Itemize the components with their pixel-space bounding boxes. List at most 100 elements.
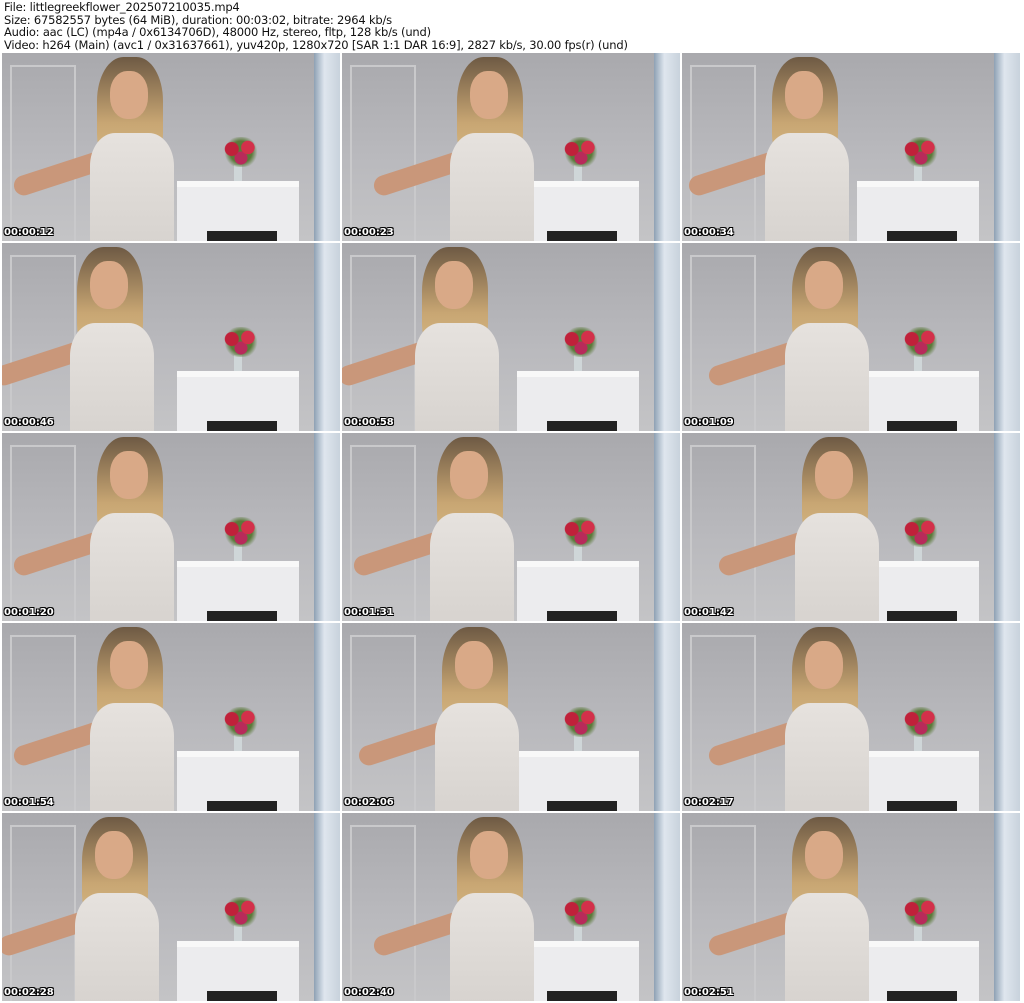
timestamp: 00:02:17 — [684, 797, 734, 808]
curtain — [314, 243, 340, 431]
door — [690, 635, 756, 811]
timestamp: 00:01:09 — [684, 417, 734, 428]
video-thumbnail: 00:00:58 — [342, 243, 680, 431]
curtain — [654, 53, 680, 241]
door — [690, 445, 756, 621]
vase — [574, 165, 582, 181]
fireplace-mantel — [177, 181, 299, 241]
video-info: Video: h264 (Main) (avc1 / 0x31637661), … — [4, 37, 628, 52]
firebox — [887, 421, 957, 431]
video-thumbnail: 00:02:28 — [2, 813, 340, 1001]
face — [110, 71, 148, 119]
video-thumbnail: 00:01:31 — [342, 433, 680, 621]
firebox — [547, 801, 617, 811]
person — [706, 813, 887, 1001]
torso — [435, 703, 519, 811]
person — [351, 433, 532, 621]
torso — [90, 703, 174, 811]
video-thumbnail: 00:00:12 — [2, 53, 340, 241]
torso — [785, 703, 869, 811]
vase — [574, 925, 582, 941]
torso — [70, 323, 154, 431]
firebox — [887, 991, 957, 1001]
face — [95, 831, 133, 879]
firebox — [547, 611, 617, 621]
firebox — [887, 611, 957, 621]
thumbnail-grid: 00:00:12 00:00:23 00:00:34 00:00:46 00:0 — [2, 53, 1020, 1001]
video-thumbnail: 00:00:34 — [682, 53, 1020, 241]
video-thumbnail: 00:02:51 — [682, 813, 1020, 1001]
curtain — [654, 243, 680, 431]
firebox — [207, 991, 277, 1001]
vase — [914, 165, 922, 181]
fireplace-mantel — [177, 561, 299, 621]
firebox — [547, 991, 617, 1001]
person — [686, 53, 867, 241]
video-thumbnail: 00:01:20 — [2, 433, 340, 621]
face — [90, 261, 128, 309]
person — [2, 243, 172, 431]
firebox — [207, 421, 277, 431]
flowers — [218, 327, 264, 357]
timestamp: 00:00:34 — [684, 227, 734, 238]
flowers — [898, 707, 944, 737]
person — [371, 813, 552, 1001]
vase — [914, 355, 922, 371]
flowers — [898, 517, 944, 547]
curtain — [994, 433, 1020, 621]
firebox — [207, 611, 277, 621]
firebox — [547, 231, 617, 241]
flowers — [898, 897, 944, 927]
vase — [234, 925, 242, 941]
video-thumbnail: 00:01:09 — [682, 243, 1020, 431]
video-thumbnail: 00:02:40 — [342, 813, 680, 1001]
firebox — [547, 421, 617, 431]
vase — [574, 735, 582, 751]
vase — [234, 355, 242, 371]
firebox — [887, 801, 957, 811]
torso — [90, 513, 174, 621]
person — [356, 623, 537, 811]
flowers — [558, 707, 604, 737]
timestamp: 00:01:54 — [4, 797, 54, 808]
file-name: File: littlegreekflower_202507210035.mp4 — [4, 0, 240, 14]
face — [815, 451, 853, 499]
fireplace-mantel — [517, 371, 639, 431]
door — [690, 255, 756, 431]
flowers — [558, 897, 604, 927]
torso — [450, 133, 534, 241]
timestamp: 00:00:46 — [4, 417, 54, 428]
timestamp: 00:02:40 — [344, 987, 394, 998]
curtain — [994, 813, 1020, 1001]
flowers — [218, 707, 264, 737]
firebox — [207, 231, 277, 241]
torso — [430, 513, 514, 621]
person — [342, 243, 517, 431]
face — [450, 451, 488, 499]
person — [11, 433, 192, 621]
torso — [450, 893, 534, 1001]
torso — [785, 893, 869, 1001]
flowers — [898, 137, 944, 167]
curtain — [654, 623, 680, 811]
fireplace-mantel — [517, 561, 639, 621]
vase — [574, 545, 582, 561]
flowers — [898, 327, 944, 357]
fireplace-mantel — [177, 371, 299, 431]
door — [350, 65, 416, 241]
timestamp: 00:02:51 — [684, 987, 734, 998]
person — [716, 433, 897, 621]
face — [470, 71, 508, 119]
person — [706, 623, 887, 811]
person — [706, 243, 887, 431]
door — [690, 825, 756, 1001]
face — [805, 641, 843, 689]
firebox — [887, 231, 957, 241]
fireplace-mantel — [177, 751, 299, 811]
face — [805, 831, 843, 879]
person — [371, 53, 552, 241]
fireplace-mantel — [857, 181, 979, 241]
timestamp: 00:02:06 — [344, 797, 394, 808]
vase — [914, 735, 922, 751]
face — [805, 261, 843, 309]
